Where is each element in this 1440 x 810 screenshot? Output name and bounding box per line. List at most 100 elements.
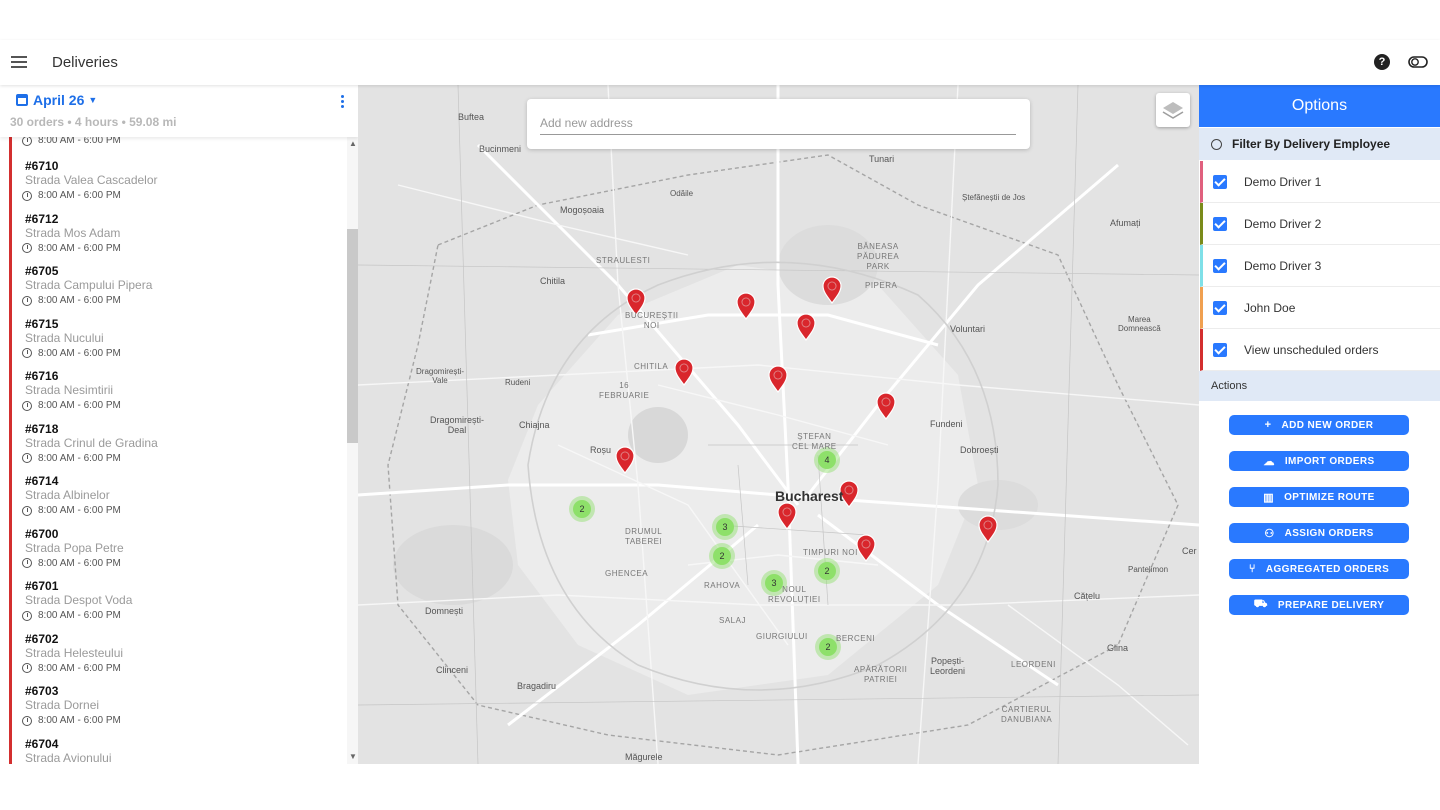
map-label-magurele: Măgurele — [625, 752, 663, 762]
date-label: April 26 — [33, 92, 85, 108]
people-icon: ⚇ — [1264, 527, 1275, 540]
checkbox-checked-icon[interactable] — [1213, 342, 1227, 357]
map-label-catelu: Cățelu — [1074, 591, 1101, 601]
aggregated-orders-button[interactable]: ⑂ AGGREGATED ORDERS — [1229, 559, 1409, 579]
cluster-count: 3 — [722, 522, 727, 532]
toggle-icon[interactable] — [1408, 56, 1428, 68]
order-list-scrollbar[interactable]: ▲ ▼ — [347, 137, 358, 764]
cluster-marker[interactable]: 3 — [712, 514, 738, 540]
driver-filter-row[interactable]: Demo Driver 3 — [1200, 245, 1440, 287]
action-label: ADD NEW ORDER — [1281, 419, 1374, 431]
order-list-item[interactable]: #6712 Strada Mos Adam 8:00 AM - 6:00 PM — [12, 212, 347, 269]
order-street: Strada Helesteului — [25, 645, 124, 660]
order-time-window: 8:00 AM - 6:00 PM — [22, 295, 121, 306]
order-street: Strada Popa Petre — [25, 540, 124, 555]
order-time-text: 8:00 AM - 6:00 PM — [38, 557, 121, 569]
order-time-text: 8:00 AM - 6:00 PM — [38, 242, 121, 254]
checkbox-checked-icon[interactable] — [1213, 174, 1227, 189]
map-label-salaj: SALAJ — [719, 616, 746, 625]
scroll-up-icon[interactable]: ▲ — [349, 139, 357, 148]
checkbox-checked-icon[interactable] — [1213, 216, 1227, 231]
map-label-pipera: PIPERA — [865, 281, 898, 290]
map-label-chitila: Chitila — [540, 276, 566, 286]
date-picker-button[interactable]: April 26 ▼ — [16, 92, 97, 108]
cluster-marker[interactable]: 2 — [814, 558, 840, 584]
order-time-window: 8:00 AM - 6:00 PM — [22, 610, 121, 621]
cloud-upload-icon: ☁ — [1263, 455, 1275, 468]
assign-orders-button[interactable]: ⚇ ASSIGN ORDERS — [1229, 523, 1409, 543]
order-list-item[interactable]: #6703 Strada Dornei 8:00 AM - 6:00 PM — [12, 684, 347, 741]
import-orders-button[interactable]: ☁ IMPORT ORDERS — [1229, 451, 1409, 471]
cluster-count: 2 — [719, 551, 724, 561]
order-id: #6701 — [25, 579, 59, 593]
scroll-thumb[interactable] — [347, 229, 358, 443]
order-id: #6702 — [25, 631, 59, 646]
map-label-noul-revolutiei: NOUL REVOLUȚIEI — [768, 585, 821, 604]
cluster-count: 4 — [824, 455, 829, 465]
order-list-item[interactable]: #6716 Strada Nesimtirii 8:00 AM - 6:00 PM — [12, 369, 347, 426]
order-list-item[interactable]: #6714 Strada Albinelor 8:00 AM - 6:00 PM — [12, 474, 347, 531]
map-label-16-februarie: 16 FEBRUARIE — [599, 381, 650, 400]
map-label-giurgiului: GIURGIULUI — [756, 632, 808, 641]
driver-filter-row[interactable]: John Doe — [1200, 287, 1440, 329]
order-list-item[interactable]: #6718 Strada Crinul de Gradina 8:00 AM - 6… — [12, 422, 347, 479]
clock-icon — [22, 505, 32, 516]
map-label-bucharest: Bucharest — [775, 488, 844, 504]
driver-filter-row[interactable]: Demo Driver 2 — [1200, 203, 1440, 245]
truck-icon: ⛟ — [1253, 598, 1268, 610]
map-label-clinceni: Clinceni — [436, 665, 469, 675]
prepare-delivery-button[interactable]: ⛟ PREPARE DELIVERY — [1229, 595, 1409, 615]
map-label-mogosoaia: Mogoșoaia — [560, 205, 605, 215]
map-label-pantelimon: Pantelimon — [1128, 565, 1169, 574]
hamburger-menu-icon[interactable] — [11, 56, 27, 69]
map-label-voluntari: Voluntari — [950, 324, 986, 334]
order-list-item[interactable]: #6715 Strada Nucului 8:00 AM - 6:00 PM — [12, 317, 347, 374]
order-list-item[interactable]: #6710 Strada Valea Cascadelor 8:00 AM - 6:… — [12, 159, 347, 216]
driver-filter-row[interactable]: Demo Driver 1 — [1200, 161, 1440, 203]
map-label-chiajna: Chiajna — [519, 420, 550, 430]
order-list-item[interactable]: 8:00 AM - 6:00 PM — [12, 137, 347, 163]
map-label-domnesti: Domnești — [425, 606, 464, 616]
orders-panel: April 26 ▼ 30 orders • 4 hours • 59.08 m… — [0, 85, 358, 764]
cluster-count: 2 — [824, 566, 829, 576]
action-label: PREPARE DELIVERY — [1277, 599, 1385, 611]
order-id: #6700 — [25, 526, 59, 541]
clock-icon — [22, 558, 32, 568]
order-list-item[interactable]: #6705 Strada Campului Pipera 8:00 AM - 6:0… — [12, 264, 347, 321]
order-time-window: 8:00 AM - 6:00 PM — [22, 558, 121, 569]
cluster-marker[interactable]: 2 — [569, 496, 595, 522]
cluster-marker[interactable]: 2 — [709, 543, 735, 569]
map-label-chitila-district: CHITILA — [634, 362, 669, 371]
merge-icon: ⑂ — [1248, 563, 1256, 575]
order-list-item[interactable]: #6701 Strada Despot Voda 8:00 AM - 6:00 PM — [12, 579, 347, 636]
order-time-window: 8:00 AM - 6:00 PM — [22, 348, 121, 359]
map-icon: ▥ — [1263, 491, 1275, 504]
more-vert-icon[interactable] — [340, 95, 346, 111]
map-layers-button[interactable] — [1156, 93, 1190, 127]
order-id: #6712 — [25, 211, 59, 226]
map-label-aparatorii-patriei: APĂRĂTORII PATRIEI — [854, 665, 908, 684]
date-header: April 26 ▼ 30 orders • 4 hours • 59.08 m… — [0, 85, 358, 137]
driver-filter-row[interactable]: View unscheduled orders — [1200, 329, 1440, 371]
order-list-item[interactable]: #6702 Strada Helesteului 8:00 AM - 6:00 PM — [12, 632, 347, 689]
order-time-window: 8:00 AM - 6:00 PM — [22, 663, 121, 674]
route-summary: 30 orders • 4 hours • 59.08 mi — [10, 115, 177, 129]
order-time-text: 8:00 AM - 6:00 PM — [38, 347, 121, 359]
order-list-item[interactable]: #6704 Strada Avionului — [12, 737, 347, 765]
map-label-straulesti: STRAULESTI — [596, 256, 651, 265]
scroll-down-icon[interactable]: ▼ — [349, 752, 357, 761]
address-input[interactable] — [540, 111, 1016, 135]
help-icon[interactable]: ? — [1374, 54, 1390, 70]
checkbox-checked-icon[interactable] — [1213, 258, 1227, 273]
order-time-window: 8:00 AM - 6:00 PM — [22, 505, 121, 516]
checkbox-checked-icon[interactable] — [1213, 300, 1227, 315]
map-label-tunari: Tunari — [869, 154, 895, 164]
order-time-window: 8:00 AM - 6:00 PM — [22, 190, 121, 201]
order-list-item[interactable]: #6700 Strada Popa Petre 8:00 AM - 6:00 PM — [12, 527, 347, 584]
action-label: OPTIMIZE ROUTE — [1284, 491, 1375, 503]
caret-down-icon: ▼ — [88, 95, 98, 105]
map-view[interactable]: 4232322 Buftea Bucinmeni Tunari Odăile M… — [358, 85, 1199, 764]
add-new-order-button[interactable]: + ADD NEW ORDER — [1229, 415, 1409, 435]
optimize-route-button[interactable]: ▥ OPTIMIZE ROUTE — [1229, 487, 1409, 507]
clock-icon — [22, 663, 32, 673]
